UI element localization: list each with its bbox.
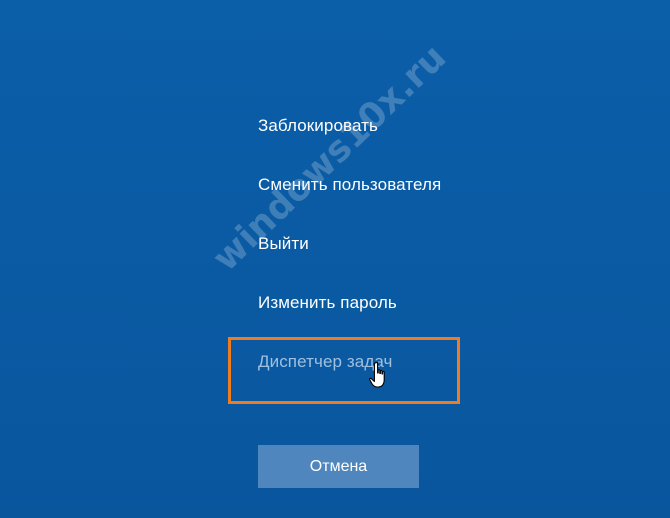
switch-user-item[interactable]: Сменить пользователя bbox=[258, 165, 558, 224]
highlight-frame bbox=[228, 337, 460, 404]
security-options-screen: Заблокировать Сменить пользователя Выйти… bbox=[0, 0, 670, 518]
cancel-button[interactable]: Отмена bbox=[258, 445, 419, 488]
lock-item[interactable]: Заблокировать bbox=[258, 106, 558, 165]
change-password-item[interactable]: Изменить пароль bbox=[258, 283, 558, 342]
sign-out-item[interactable]: Выйти bbox=[258, 224, 558, 283]
